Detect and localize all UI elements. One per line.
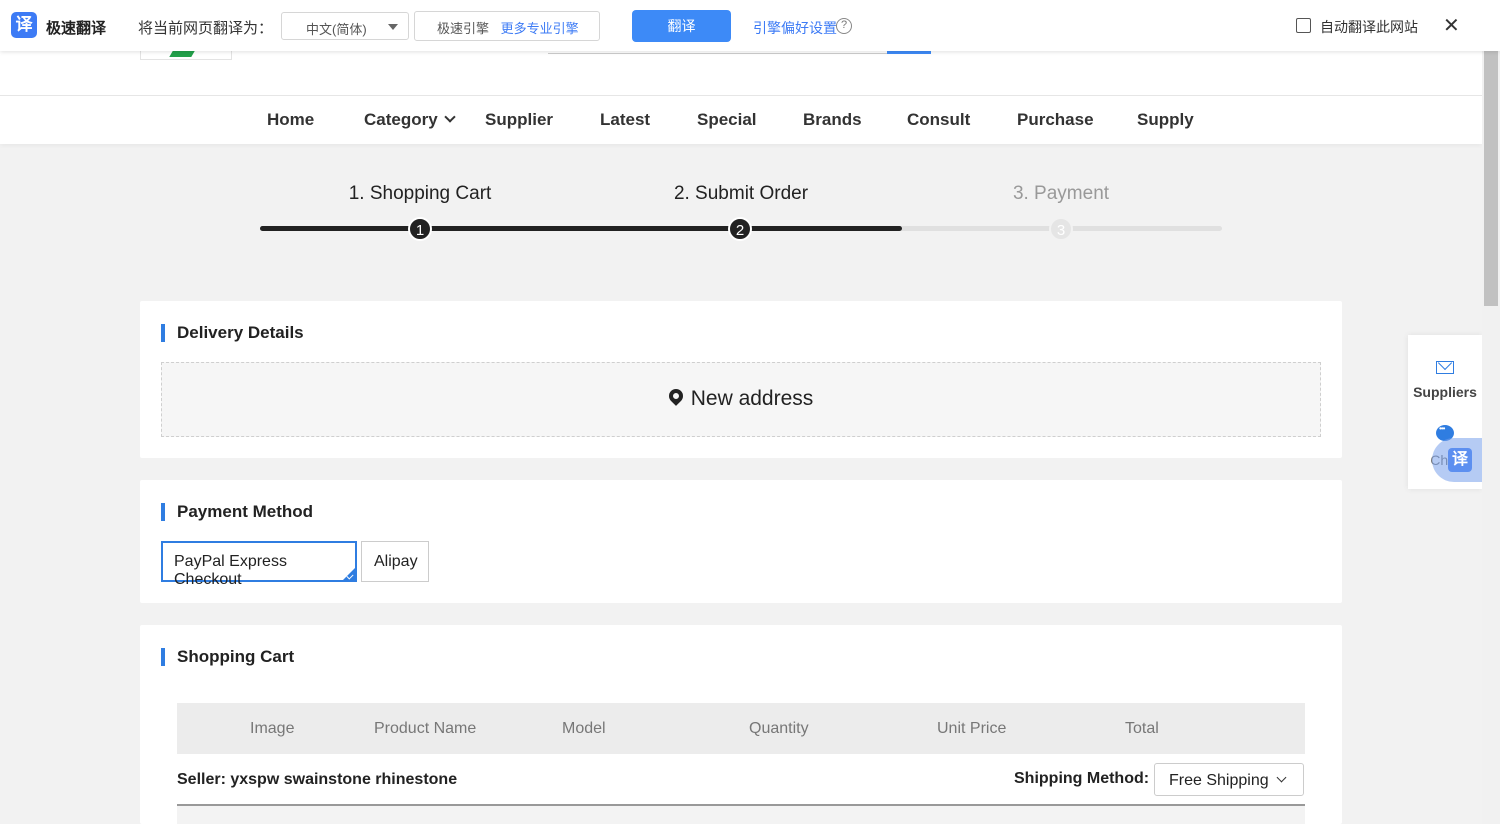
nav-category-label: Category <box>364 110 438 129</box>
checkout-steps: 1. Shopping Cart 2. Submit Order 3. Paym… <box>260 180 1222 241</box>
header-search-input[interactable] <box>548 51 888 54</box>
col-image: Image <box>250 720 295 737</box>
nav-purchase[interactable]: Purchase <box>1017 110 1094 130</box>
site-header <box>0 51 1482 96</box>
shipping-method-select[interactable]: Free Shipping <box>1154 763 1304 796</box>
site-logo[interactable] <box>140 51 232 60</box>
engine-preferences-link[interactable]: 引擎偏好设置 <box>753 18 837 38</box>
table-row <box>177 806 1305 824</box>
nav-special[interactable]: Special <box>697 110 757 130</box>
engine-selector[interactable]: 极速引擎 更多专业引擎 <box>414 11 600 41</box>
nav-home[interactable]: Home <box>267 110 314 130</box>
step-label-submit: 2. Submit Order <box>673 183 809 204</box>
translate-logo-icon: 译 <box>11 12 37 38</box>
new-address-label: New address <box>690 387 814 410</box>
translate-button[interactable]: 翻译 <box>632 10 731 42</box>
header-search-button[interactable] <box>887 51 931 54</box>
cart-table-header: Image Product Name Model Quantity Unit P… <box>177 703 1305 754</box>
caret-down-icon <box>388 24 398 30</box>
map-pin-icon <box>665 386 686 406</box>
delivery-card: Delivery Details New address <box>140 301 1342 458</box>
mail-icon[interactable] <box>1436 361 1454 374</box>
engine-current: 极速引擎 <box>437 21 490 36</box>
payment-title: Payment Method <box>161 502 313 522</box>
translate-brand: 极速翻译 <box>46 20 107 37</box>
translate-float-button[interactable]: 译 <box>1432 438 1482 482</box>
cart-card: Shopping Cart Image Product Name Model Q… <box>140 625 1342 824</box>
progress-fill <box>260 226 902 231</box>
chevron-down-icon <box>444 111 456 123</box>
auto-translate-checkbox[interactable] <box>1296 18 1311 33</box>
nav-consult[interactable]: Consult <box>907 110 970 130</box>
col-product-name: Product Name <box>374 720 477 737</box>
shipping-method-label: Shipping Method: <box>1014 770 1150 787</box>
seller-name: Seller: yxspw swainstone rhinestone <box>177 771 458 788</box>
step-dot-1: 1 <box>408 217 432 241</box>
nav-category[interactable]: Category <box>364 110 456 130</box>
auto-translate-label[interactable]: 自动翻译此网站 <box>1320 17 1418 37</box>
col-total: Total <box>1125 720 1159 737</box>
payment-option-alipay-label: Alipay <box>374 553 418 570</box>
nav-latest[interactable]: Latest <box>600 110 650 130</box>
nav-supply[interactable]: Supply <box>1137 110 1194 130</box>
shipping-method-value: Free Shipping <box>1169 772 1269 789</box>
delivery-title: Delivery Details <box>161 323 304 343</box>
close-icon[interactable]: ✕ <box>1443 14 1460 36</box>
translate-prompt: 将当前网页翻译为： <box>138 20 274 37</box>
payment-option-paypal[interactable]: PayPal Express Checkout <box>161 541 357 588</box>
target-language-value: 中文(简体) <box>306 22 367 37</box>
new-address-button[interactable]: New address <box>161 362 1321 437</box>
payment-option-paypal-label: PayPal Express Checkout <box>174 553 287 588</box>
suppliers-link[interactable]: Suppliers <box>1408 384 1482 400</box>
translate-float-icon: 译 <box>1448 448 1472 472</box>
nav-supplier[interactable]: Supplier <box>485 110 553 130</box>
check-icon <box>346 572 354 580</box>
col-quantity: Quantity <box>749 720 809 737</box>
cart-title: Shopping Cart <box>161 647 294 667</box>
more-engines-link[interactable]: 更多专业引擎 <box>501 21 579 36</box>
help-icon[interactable]: ? <box>836 18 852 34</box>
step-label-cart: 1. Shopping Cart <box>348 183 492 204</box>
step-dot-2: 2 <box>728 217 752 241</box>
target-language-select[interactable]: 中文(简体) <box>281 12 409 40</box>
nav-brands[interactable]: Brands <box>803 110 862 130</box>
main-nav: Home Category Supplier Latest Special Br… <box>0 96 1482 144</box>
payment-option-alipay[interactable]: Alipay <box>361 541 429 582</box>
translate-toolbar: 译 极速翻译 将当前网页翻译为： 中文(简体) 极速引擎 更多专业引擎 翻译 引… <box>0 0 1500 51</box>
step-label-payment: 3. Payment <box>1012 183 1110 204</box>
col-model: Model <box>562 720 606 737</box>
step-dot-3: 3 <box>1049 217 1073 241</box>
payment-card: Payment Method PayPal Express Checkout A… <box>140 480 1342 603</box>
scrollbar-thumb[interactable] <box>1484 51 1498 306</box>
chevron-down-icon <box>1276 772 1287 783</box>
col-unit-price: Unit Price <box>937 720 1007 737</box>
